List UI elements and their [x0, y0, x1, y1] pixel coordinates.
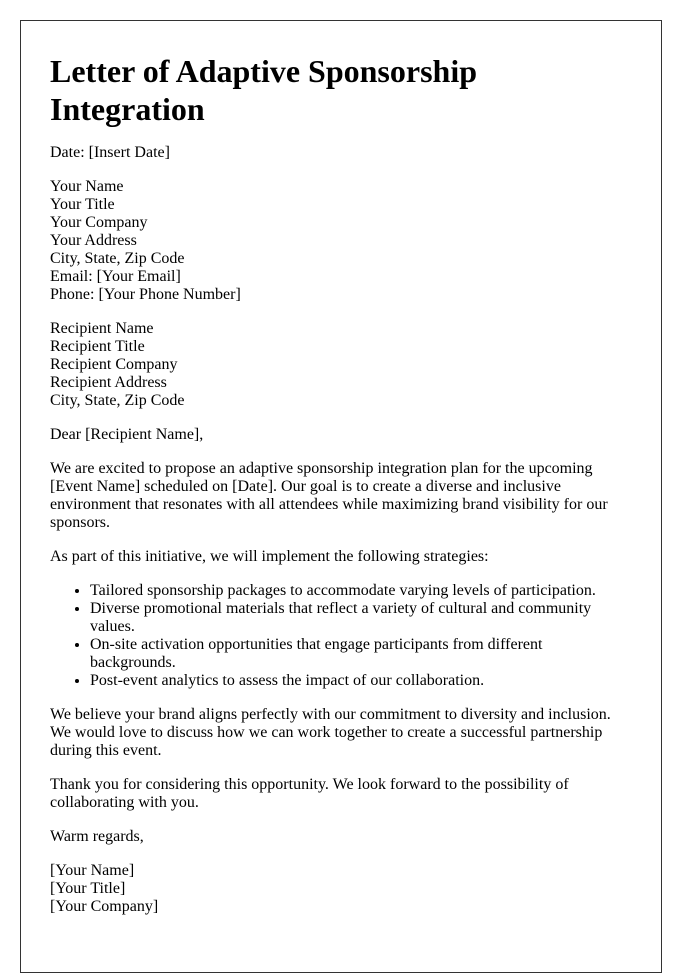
signature-block: [Your Name] [Your Title] [Your Company]	[50, 862, 632, 916]
signature-title: [Your Title]	[50, 880, 126, 897]
strategy-item: On-site activation opportunities that en…	[90, 636, 632, 672]
strategies-list: Tailored sponsorship packages to accommo…	[50, 582, 632, 690]
sender-address-block: Your Name Your Title Your Company Your A…	[50, 178, 632, 304]
intro-paragraph: We are excited to propose an adaptive sp…	[50, 460, 608, 531]
signature-company: [Your Company]	[50, 898, 159, 915]
recipient-company: Recipient Company	[50, 356, 178, 373]
date-line: Date: [Insert Date]	[50, 144, 170, 161]
recipient-address: Recipient Address	[50, 374, 167, 391]
strategy-item: Tailored sponsorship packages to accommo…	[90, 582, 632, 600]
sender-address: Your Address	[50, 232, 137, 249]
signature-name: [Your Name]	[50, 862, 135, 879]
salutation: Dear [Recipient Name],	[50, 426, 204, 443]
thanks-paragraph: Thank you for considering this opportuni…	[50, 776, 569, 811]
sender-city-state-zip: City, State, Zip Code	[50, 250, 185, 267]
recipient-title: Recipient Title	[50, 338, 145, 355]
strategies-intro-paragraph: As part of this initiative, we will impl…	[50, 548, 489, 565]
letter-title: Letter of Adaptive Sponsorship Integrati…	[50, 53, 478, 127]
sender-phone: Phone: [Your Phone Number]	[50, 286, 241, 303]
closing: Warm regards,	[50, 828, 144, 845]
strategy-item: Post-event analytics to assess the impac…	[90, 672, 632, 690]
recipient-address-block: Recipient Name Recipient Title Recipient…	[50, 320, 632, 410]
letter-document: Letter of Adaptive Sponsorship Integrati…	[20, 20, 662, 973]
sender-title: Your Title	[50, 196, 115, 213]
sender-email: Email: [Your Email]	[50, 268, 181, 285]
strategy-item: Diverse promotional materials that refle…	[90, 600, 632, 636]
alignment-paragraph: We believe your brand aligns perfectly w…	[50, 706, 611, 759]
recipient-city-state-zip: City, State, Zip Code	[50, 392, 185, 409]
sender-company: Your Company	[50, 214, 148, 231]
recipient-name: Recipient Name	[50, 320, 154, 337]
sender-name: Your Name	[50, 178, 124, 195]
